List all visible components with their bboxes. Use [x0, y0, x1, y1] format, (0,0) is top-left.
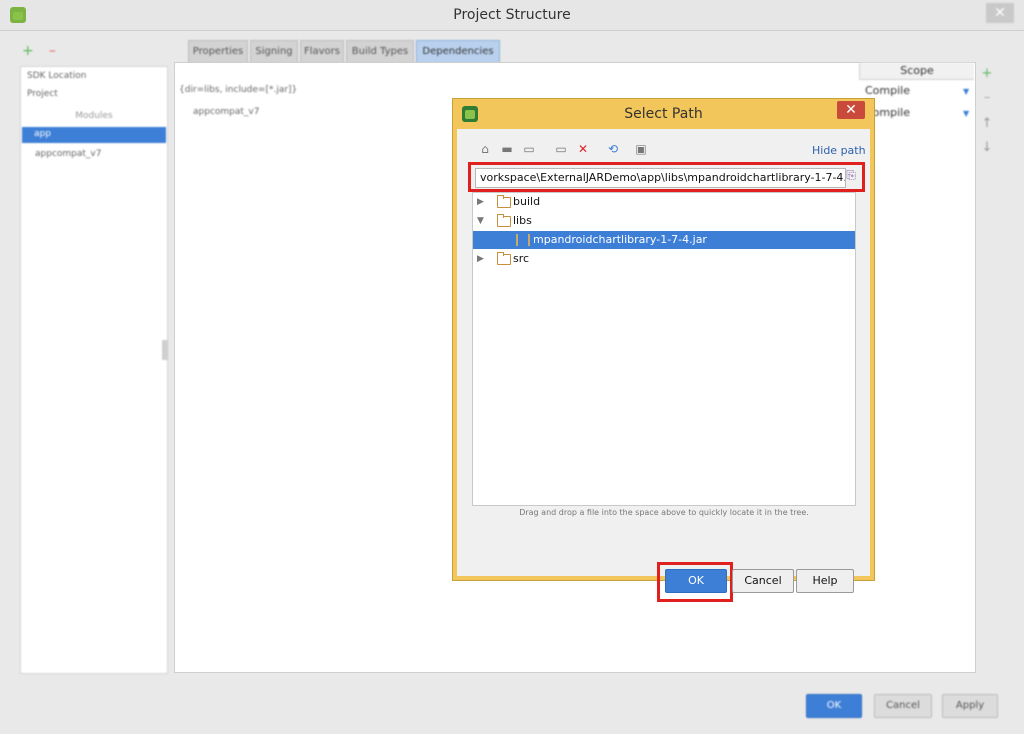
remove-icon[interactable]: – — [49, 43, 56, 59]
dialog-titlebar: Select Path ✕ — [453, 99, 874, 129]
sidebar-item-label: app — [34, 129, 51, 139]
file-tree: ▶ build ▼ libs mpandroidchartlibrary-1-7… — [472, 192, 856, 506]
dialog-cancel-button[interactable]: Cancel — [732, 569, 794, 593]
delete-icon[interactable]: ✕ — [575, 141, 591, 157]
tab-properties[interactable]: Properties — [188, 40, 248, 64]
path-input[interactable]: vorkspace\ExternalJARDemo\app\libs\mpand… — [475, 168, 846, 188]
tree-item-label: libs — [513, 214, 532, 227]
select-path-dialog: Select Path ✕ ⌂ ▬ ▭ ▭ ✕ ⟲ ▣ Hide path vo… — [452, 98, 875, 602]
tree-item-jar[interactable]: mpandroidchartlibrary-1-7-4.jar — [473, 231, 855, 249]
scope-dropdown-icon[interactable]: ▼ — [963, 109, 969, 118]
sidebar-item-project[interactable]: Project — [27, 89, 58, 99]
main-ok-button[interactable]: OK — [806, 694, 862, 718]
folder-icon — [497, 252, 511, 265]
dependency-row-scope[interactable]: Compile — [865, 84, 910, 97]
hide-path-link[interactable]: Hide path — [812, 144, 866, 157]
sidebar-item-sdk-location[interactable]: SDK Location — [27, 71, 86, 81]
expand-icon[interactable]: ▶ — [477, 250, 487, 268]
tree-item-label: mpandroidchartlibrary-1-7-4.jar — [533, 233, 707, 246]
window-titlebar: Project Structure ✕ — [0, 0, 1024, 31]
desktop-icon[interactable]: ▬ — [499, 141, 515, 157]
dialog-close-button[interactable]: ✕ — [837, 101, 865, 119]
move-up-icon[interactable]: ↑ — [976, 116, 998, 131]
refresh-icon[interactable]: ⟲ — [605, 141, 621, 157]
collapse-icon[interactable]: ▼ — [477, 212, 487, 230]
window-title: Project Structure — [453, 7, 571, 23]
tab-signing[interactable]: Signing — [250, 40, 298, 64]
expand-icon[interactable]: ▶ — [477, 193, 487, 211]
dependency-actions: + – ↑ ↓ — [976, 66, 998, 666]
folder-icon — [497, 214, 511, 227]
splitter-handle[interactable] — [162, 340, 168, 360]
sidebar: SDK Location Project Modules app appcomp… — [20, 66, 168, 674]
scope-column-header: Scope — [859, 63, 974, 80]
add-dependency-icon[interactable]: + — [976, 66, 998, 81]
sidebar-item-app[interactable]: app — [22, 127, 166, 143]
jar-icon — [516, 234, 530, 246]
sidebar-item-appcompat[interactable]: appcompat_v7 — [35, 149, 101, 159]
tree-item-label: src — [513, 252, 530, 265]
dialog-help-button[interactable]: Help — [796, 569, 854, 593]
add-icon[interactable]: + — [22, 43, 34, 59]
dependency-row-name[interactable]: {dir=libs, include=[*.jar]} — [179, 85, 297, 95]
tab-dependencies[interactable]: Dependencies — [416, 40, 500, 64]
main-cancel-button[interactable]: Cancel — [874, 694, 932, 718]
move-down-icon[interactable]: ↓ — [976, 140, 998, 155]
dialog-body: ⌂ ▬ ▭ ▭ ✕ ⟲ ▣ Hide path vorkspace\Extern… — [459, 129, 868, 602]
tree-item-libs[interactable]: ▼ libs — [473, 212, 855, 230]
history-icon[interactable]: ⎘ — [843, 168, 859, 186]
remove-dependency-icon[interactable]: – — [976, 90, 998, 105]
tab-flavors[interactable]: Flavors — [300, 40, 344, 64]
show-hidden-icon[interactable]: ▣ — [633, 141, 649, 157]
new-folder-icon[interactable]: ▭ — [553, 141, 569, 157]
tree-item-build[interactable]: ▶ build — [473, 193, 855, 211]
drag-drop-hint: Drag and drop a file into the space abov… — [519, 508, 809, 517]
modules-toolbar: + – — [22, 40, 162, 60]
folder-icon[interactable]: ▭ — [521, 141, 537, 157]
sidebar-modules-header: Modules — [75, 111, 113, 121]
scope-dropdown-icon[interactable]: ▼ — [963, 87, 969, 96]
tab-build-types[interactable]: Build Types — [346, 40, 414, 64]
folder-icon — [497, 195, 511, 208]
tree-item-src[interactable]: ▶ src — [473, 250, 855, 268]
dependency-row-name[interactable]: appcompat_v7 — [193, 107, 259, 117]
window-close-button[interactable]: ✕ — [986, 3, 1014, 23]
dialog-ok-button[interactable]: OK — [665, 569, 727, 593]
tree-item-label: build — [513, 195, 541, 208]
dialog-title: Select Path — [624, 106, 703, 122]
main-apply-button[interactable]: Apply — [942, 694, 998, 718]
home-icon[interactable]: ⌂ — [477, 141, 493, 157]
